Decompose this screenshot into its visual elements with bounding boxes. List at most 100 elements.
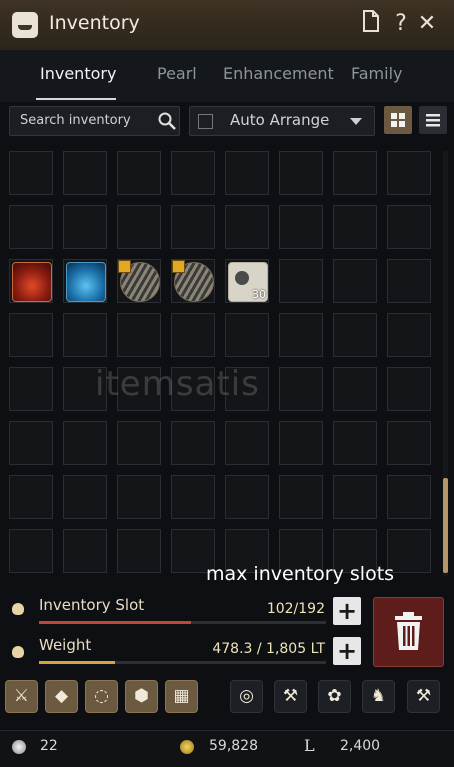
inventory-slot-empty[interactable]: [333, 151, 377, 195]
list-view-button[interactable]: [419, 106, 447, 134]
inventory-slot-empty[interactable]: [387, 259, 431, 303]
inventory-slot-empty[interactable]: [387, 421, 431, 465]
delete-item-button[interactable]: [373, 597, 444, 667]
help-icon[interactable]: ?: [390, 10, 412, 38]
inventory-slot-empty[interactable]: [225, 475, 269, 519]
inventory-slot-empty[interactable]: [225, 421, 269, 465]
inventory-slot-empty[interactable]: [333, 313, 377, 357]
inventory-slot-empty[interactable]: [63, 421, 107, 465]
inventory-slot-empty[interactable]: [9, 205, 53, 249]
window-title: Inventory: [49, 12, 140, 34]
inventory-slot-empty[interactable]: [171, 313, 215, 357]
weight-bar-fill: [39, 661, 116, 664]
tab-enhancement[interactable]: Enhancement: [223, 64, 334, 83]
title-bar: Inventory ? ✕: [0, 0, 454, 51]
inventory-slot-empty[interactable]: [225, 151, 269, 195]
loyalty-icon: L: [304, 736, 315, 755]
inventory-slot-empty[interactable]: [279, 151, 323, 195]
inventory-slot-empty[interactable]: [9, 421, 53, 465]
inventory-slot-empty[interactable]: [117, 313, 161, 357]
inventory-slot-empty[interactable]: [333, 421, 377, 465]
silver-icon: [180, 740, 194, 754]
auto-arrange-dropdown[interactable]: Auto Arrange: [189, 106, 375, 136]
inventory-slot-empty[interactable]: [387, 151, 431, 195]
inventory-slot-empty[interactable]: [279, 313, 323, 357]
gem-icon[interactable]: ◆: [45, 680, 78, 713]
loyalty-count: 2,400: [340, 738, 381, 754]
inventory-slot-empty[interactable]: [171, 475, 215, 519]
inventory-slot-empty[interactable]: [333, 475, 377, 519]
crystal-icon[interactable]: ⬢: [125, 680, 158, 713]
search-icon[interactable]: [158, 112, 176, 130]
inventory-slot-empty[interactable]: [117, 475, 161, 519]
grid-view-button[interactable]: [384, 106, 412, 134]
inventory-slot-empty[interactable]: [117, 151, 161, 195]
scrollbar-thumb[interactable]: [443, 478, 448, 573]
list-icon: [426, 114, 440, 127]
tab-family[interactable]: Family: [351, 64, 402, 83]
inventory-slot-empty[interactable]: [279, 259, 323, 303]
inventory-slot-empty[interactable]: [63, 475, 107, 519]
inventory-slot-empty[interactable]: [387, 367, 431, 411]
inventory-slot-empty[interactable]: [333, 205, 377, 249]
inventory-slot-bar-fill: [39, 621, 192, 624]
inventory-grid: 30: [9, 151, 431, 573]
inventory-slot-empty[interactable]: [279, 421, 323, 465]
inventory-slot-filled[interactable]: [171, 259, 215, 303]
item-count: 30: [252, 288, 266, 301]
inventory-slot-empty[interactable]: [63, 205, 107, 249]
blue-potion-icon[interactable]: [66, 262, 106, 302]
inventory-slot-empty[interactable]: [63, 151, 107, 195]
tab-pearl[interactable]: Pearl: [157, 64, 197, 83]
scroll-icon[interactable]: ✿: [318, 680, 351, 713]
spin-icon[interactable]: ◌: [85, 680, 118, 713]
inventory-slot-filled[interactable]: 30: [225, 259, 269, 303]
inventory-slot-empty[interactable]: [333, 367, 377, 411]
inventory-slot-empty[interactable]: [9, 475, 53, 519]
add-weight-button[interactable]: +: [333, 637, 361, 665]
pearl-icon: [12, 740, 26, 754]
inventory-slot-filled[interactable]: [117, 259, 161, 303]
inventory-slot-empty[interactable]: [171, 205, 215, 249]
tab-inventory[interactable]: Inventory: [40, 64, 116, 83]
inventory-slot-empty[interactable]: [225, 313, 269, 357]
inventory-slot-empty[interactable]: [117, 529, 161, 573]
search-placeholder: Search inventory: [20, 113, 131, 128]
grid-icon[interactable]: ▦: [165, 680, 198, 713]
inventory-slot-empty[interactable]: [333, 259, 377, 303]
close-icon[interactable]: ✕: [416, 10, 438, 38]
search-input[interactable]: Search inventory: [9, 106, 180, 136]
inventory-slot-empty[interactable]: [279, 475, 323, 519]
inventory-slot-empty[interactable]: [387, 205, 431, 249]
horse-icon[interactable]: ♞: [362, 680, 395, 713]
inventory-icon: [12, 12, 38, 38]
lantern-icon[interactable]: ◎: [230, 680, 263, 713]
inventory-slot-empty[interactable]: [63, 313, 107, 357]
add-slot-button[interactable]: +: [333, 597, 361, 625]
inventory-slot-filled[interactable]: [9, 259, 53, 303]
inventory-slot-empty[interactable]: [387, 313, 431, 357]
inventory-slot-empty[interactable]: [117, 421, 161, 465]
tool-icon[interactable]: ⚒: [407, 680, 440, 713]
inventory-slot-filled[interactable]: [63, 259, 107, 303]
chevron-down-icon: [350, 118, 362, 125]
inventory-slot-empty[interactable]: [279, 205, 323, 249]
sword-icon[interactable]: ⚔: [5, 680, 38, 713]
inventory-slot-empty[interactable]: [9, 367, 53, 411]
hammer-icon[interactable]: ⚒: [274, 680, 307, 713]
inventory-slot-empty[interactable]: [171, 151, 215, 195]
auto-arrange-checkbox[interactable]: [198, 114, 213, 129]
inventory-slot-empty[interactable]: [9, 529, 53, 573]
inventory-slot-empty[interactable]: [225, 205, 269, 249]
inventory-slot-empty[interactable]: [279, 367, 323, 411]
inventory-slot-empty[interactable]: [387, 475, 431, 519]
red-potion-icon[interactable]: [12, 262, 52, 302]
inventory-slot-empty[interactable]: [171, 421, 215, 465]
inventory-slot-empty[interactable]: [63, 529, 107, 573]
document-icon[interactable]: [360, 10, 382, 40]
inventory-slot-label: Inventory Slot: [39, 596, 145, 614]
inventory-slot-empty[interactable]: [117, 205, 161, 249]
inventory-slot-empty[interactable]: [9, 313, 53, 357]
inventory-slot-empty[interactable]: [9, 151, 53, 195]
item-badge-icon: [118, 260, 131, 273]
